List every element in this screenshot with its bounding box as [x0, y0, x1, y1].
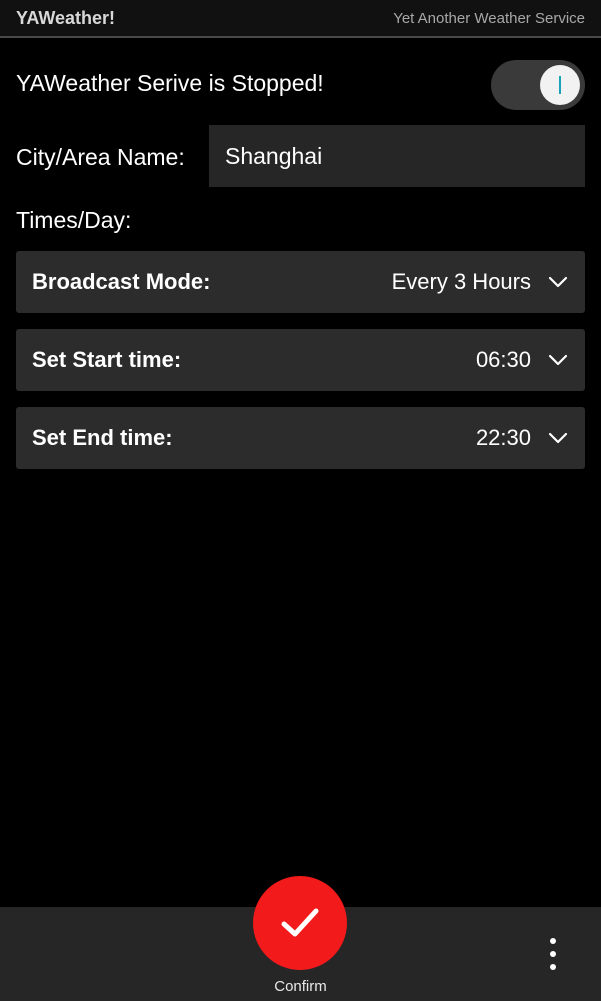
start-time-value: 06:30: [475, 347, 531, 372]
service-status-row: YAWeather Serive is Stopped!: [16, 60, 585, 110]
end-time-label: Set End time:: [32, 425, 173, 450]
start-time-label: Set Start time:: [32, 347, 182, 372]
title-bar: YAWeather! Yet Another Weather Service: [0, 0, 601, 38]
city-input[interactable]: [209, 125, 585, 187]
overflow-menu-button[interactable]: [538, 930, 568, 978]
chevron-down-icon: [548, 354, 568, 366]
broadcast-mode-value: Every 3 Hours: [391, 269, 531, 294]
app-screen: YAWeather! Yet Another Weather Service Y…: [0, 0, 601, 1001]
city-label: City/Area Name:: [16, 144, 185, 170]
times-per-day-label: Times/Day:: [16, 207, 132, 233]
broadcast-mode-dropdown[interactable]: Broadcast Mode: Every 3 Hours: [16, 251, 585, 313]
checkmark-icon: [281, 908, 319, 937]
toggle-knob-mark: [559, 76, 561, 94]
confirm-label: Confirm: [274, 978, 327, 995]
start-time-dropdown[interactable]: Set Start time: 06:30: [16, 329, 585, 391]
service-status-text: YAWeather Serive is Stopped!: [16, 70, 324, 96]
more-vertical-icon: [550, 951, 556, 957]
more-vertical-icon: [550, 938, 556, 944]
app-subtitle: Yet Another Weather Service: [393, 10, 585, 27]
end-time-value: 22:30: [475, 425, 531, 450]
more-vertical-icon: [550, 964, 556, 970]
end-time-dropdown[interactable]: Set End time: 22:30: [16, 407, 585, 469]
broadcast-mode-label: Broadcast Mode:: [32, 269, 211, 294]
chevron-down-icon: [548, 276, 568, 288]
service-toggle[interactable]: [491, 60, 585, 110]
chevron-down-icon: [548, 432, 568, 444]
toggle-knob: [540, 65, 580, 105]
confirm-button[interactable]: [253, 876, 347, 970]
app-title: YAWeather!: [16, 8, 116, 28]
